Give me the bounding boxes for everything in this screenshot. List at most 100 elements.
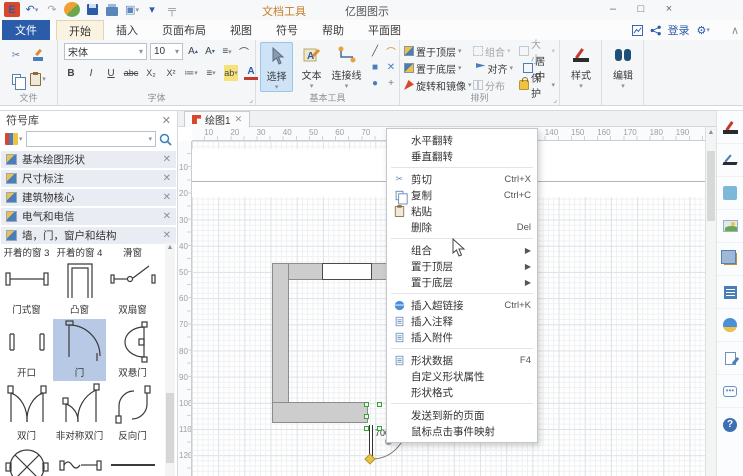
symbol-opening[interactable]: 开口	[0, 319, 53, 381]
bullet-list-button[interactable]: ≔▾	[184, 65, 198, 81]
tab-help[interactable]: 帮助	[310, 20, 356, 40]
symbol-reverse-door[interactable]: 反向门	[106, 382, 159, 444]
search-icon[interactable]	[159, 133, 172, 146]
tab-view[interactable]: 视图	[218, 20, 264, 40]
menu-item-垂直翻转[interactable]: 垂直翻转	[387, 148, 537, 164]
menu-item-置于顶层[interactable]: 置于顶层▶	[387, 258, 537, 274]
copy-icon[interactable]	[12, 74, 21, 85]
symbol-revolving-door[interactable]	[0, 445, 53, 476]
redo-button[interactable]: ↷	[44, 2, 60, 17]
symbol-door-selected[interactable]: 门	[53, 319, 106, 381]
underline-button[interactable]: U	[104, 65, 118, 81]
format-panel-button[interactable]	[717, 144, 743, 177]
category-close-icon[interactable]: ✕	[163, 154, 171, 165]
symbol-double-door[interactable]: 双门	[0, 382, 53, 444]
font-family-select[interactable]: 宋体▾	[64, 43, 147, 60]
tab-page-layout[interactable]: 页面布局	[150, 20, 218, 40]
list-panel-button[interactable]	[717, 276, 743, 309]
menu-item-删除[interactable]: 删除Del	[387, 219, 537, 235]
library-picker-button[interactable]: ▾	[5, 133, 23, 145]
category-building-core[interactable]: 建筑物核心✕	[1, 189, 176, 206]
scroll-up-icon[interactable]: ▲	[165, 243, 175, 253]
scrollbar-thumb[interactable]	[166, 393, 174, 463]
menu-item-插入超链接[interactable]: 插入超链接Ctrl+K	[387, 297, 537, 313]
share-icon[interactable]	[650, 25, 661, 36]
superscript-button[interactable]: X²	[164, 65, 178, 81]
category-electrical-telecom[interactable]: 电气和电信✕	[1, 208, 176, 225]
edit-button[interactable]: 编辑 ▾	[603, 42, 643, 92]
arc-tool-icon[interactable]: ⌒	[383, 43, 399, 59]
menu-item-形状格式[interactable]: 形状格式	[387, 384, 537, 400]
tab-symbols[interactable]: 符号	[264, 20, 310, 40]
category-close-icon[interactable]: ✕	[163, 211, 171, 222]
symbol-double-hung-door[interactable]: 双悬门	[106, 319, 159, 381]
format-painter-icon[interactable]	[32, 49, 44, 61]
send-to-back-button[interactable]: 置于底层▾	[404, 60, 476, 76]
symbol-panel-close-icon[interactable]: ✕	[162, 114, 171, 127]
size-button[interactable]: 大小▾	[519, 43, 555, 59]
symbol-wall-segment[interactable]	[106, 445, 159, 476]
freeform-tool-icon[interactable]: ✕	[383, 59, 399, 75]
wall-bottom[interactable]	[272, 402, 368, 423]
wall-left[interactable]	[272, 263, 289, 423]
align-text-button[interactable]: ≡▾	[220, 44, 234, 60]
category-close-icon[interactable]: ✕	[163, 230, 171, 241]
ellipse-tool-icon[interactable]: ●	[367, 75, 383, 91]
align-button[interactable]: 对齐▾	[476, 60, 524, 76]
category-close-icon[interactable]: ✕	[163, 192, 171, 203]
help-button[interactable]: ?	[717, 408, 743, 441]
new-document-icon[interactable]	[64, 2, 80, 17]
tab-insert[interactable]: 插入	[104, 20, 150, 40]
document-tab-close-icon[interactable]: ✕	[235, 114, 243, 125]
connector-tool-button[interactable]: 连接线 ▾	[330, 42, 363, 92]
selection-handle[interactable]	[377, 426, 382, 431]
symbol-door-style-window[interactable]: 门式窗	[0, 256, 53, 318]
category-basic-shapes[interactable]: 基本绘图形状✕	[1, 151, 176, 168]
export-image-icon[interactable]	[632, 25, 643, 36]
selection-handle[interactable]	[364, 414, 369, 419]
menu-item-自定义形状属性[interactable]: 自定义形状属性	[387, 368, 537, 384]
symbol-grid-scrollbar[interactable]: ▲	[165, 243, 175, 476]
category-walls-doors-windows[interactable]: 墙，门，窗户和结构✕	[1, 227, 176, 244]
strikethrough-button[interactable]: abc	[124, 65, 138, 81]
symbol-asymmetric-double-door[interactable]: 非对称双门	[53, 382, 106, 444]
select-tool-button[interactable]: 选择 ▾	[260, 42, 293, 92]
paste-icon[interactable]	[30, 73, 41, 86]
selection-handle[interactable]	[377, 402, 382, 407]
qat-more-button[interactable]: ▾	[144, 2, 160, 17]
undo-button[interactable]: ↶▾	[24, 2, 40, 17]
menu-item-置于底层[interactable]: 置于底层▶	[387, 274, 537, 290]
tab-home[interactable]: 开始	[56, 20, 104, 40]
bring-to-front-button[interactable]: 置于顶层▾	[404, 43, 473, 59]
settings-gear-icon[interactable]: ⚙▾	[697, 24, 710, 37]
window-in-wall[interactable]	[322, 263, 372, 280]
grow-font-button[interactable]: A▴	[186, 44, 200, 60]
menu-item-发送到新的页面[interactable]: 发送到新的页面	[387, 407, 537, 423]
symbol-double-casement-window[interactable]: 双扇窗	[106, 256, 159, 318]
menu-item-插入附件[interactable]: 插入附件	[387, 329, 537, 345]
style-button[interactable]: 样式 ▾	[561, 42, 601, 92]
shrink-font-button[interactable]: A▾	[203, 44, 217, 60]
symbol-bay-window[interactable]: 凸窗	[53, 256, 106, 318]
symbol-search-input[interactable]: ▾	[26, 131, 156, 147]
collapse-ribbon-icon[interactable]: ∧	[731, 24, 739, 37]
line-spacing-button[interactable]: ≡▾	[204, 65, 218, 81]
scrollbar-thumb[interactable]	[707, 151, 715, 221]
menu-item-水平翻转[interactable]: 水平翻转	[387, 132, 537, 148]
canvas-vertical-scrollbar[interactable]: ▲	[705, 127, 716, 476]
pages-panel-button[interactable]	[717, 243, 743, 276]
comment-panel-button[interactable]: •••	[717, 375, 743, 408]
fill-panel-button[interactable]	[717, 177, 743, 210]
font-size-select[interactable]: 10▾	[150, 43, 183, 60]
note-panel-button[interactable]	[717, 342, 743, 375]
menu-item-鼠标点击事件映射[interactable]: 鼠标点击事件映射	[387, 423, 537, 439]
scroll-up-icon[interactable]: ▲	[706, 127, 716, 138]
close-button[interactable]: ×	[655, 0, 683, 18]
arrange-dialog-launcher[interactable]: ⌟	[553, 95, 557, 104]
pen-tool-icon[interactable]: +	[383, 75, 399, 91]
selection-handle[interactable]	[364, 426, 369, 431]
clear-format-button[interactable]: ⌒	[237, 44, 251, 60]
cut-icon[interactable]: ✂	[12, 50, 20, 61]
document-tab-drawing1[interactable]: 绘图1 ✕	[184, 111, 250, 127]
style-panel-button[interactable]	[717, 111, 743, 144]
